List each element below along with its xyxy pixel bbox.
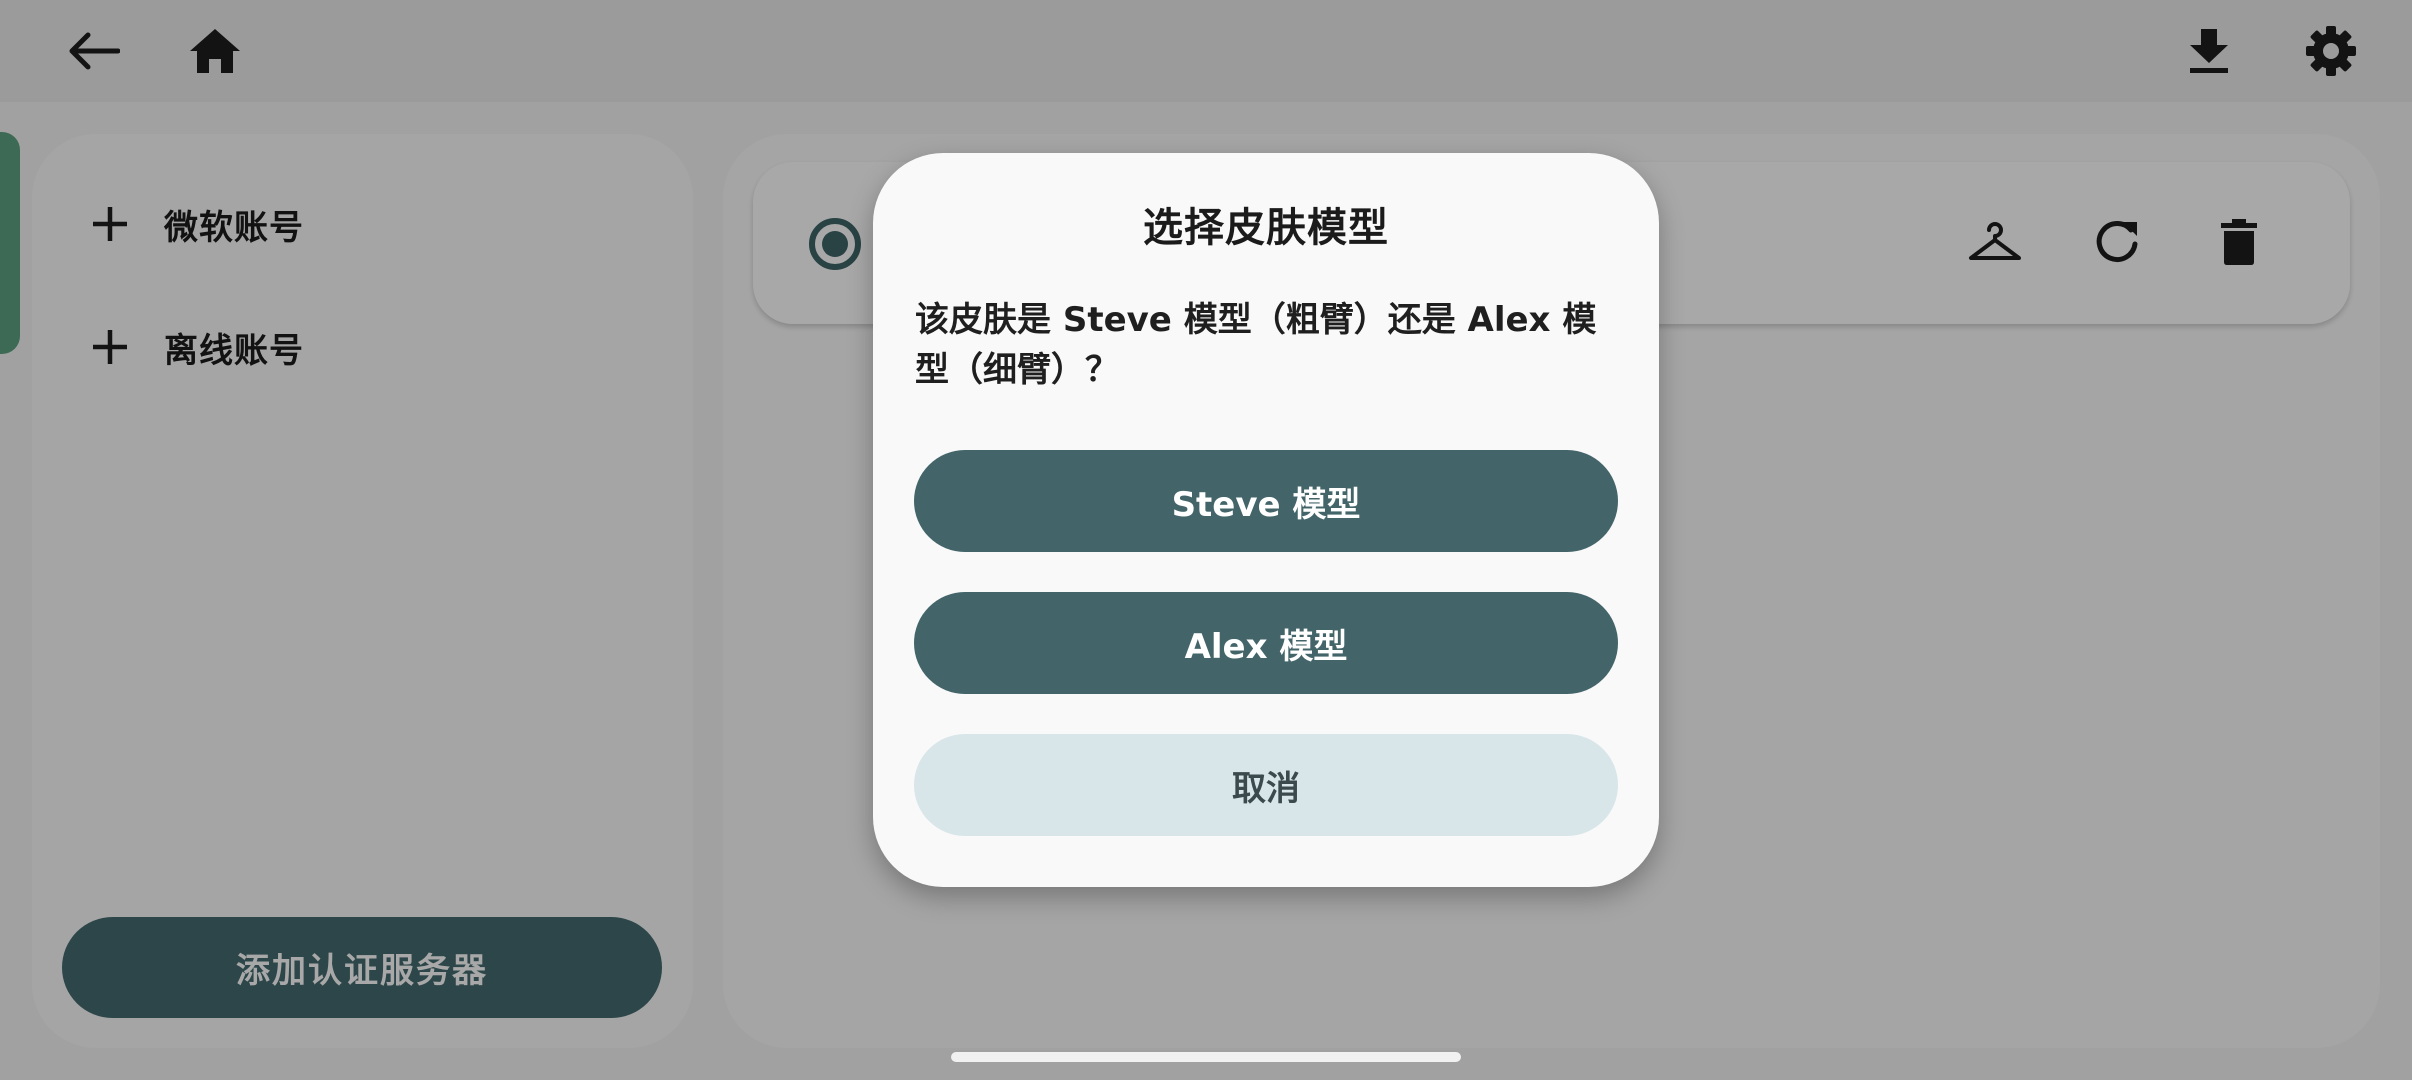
- alex-model-button[interactable]: Alex 模型: [914, 592, 1618, 694]
- dialog-message: 该皮肤是 Steve 模型（粗臂）还是 Alex 模型（细臂）？: [915, 300, 1597, 390]
- gesture-nav-handle[interactable]: [951, 1052, 1461, 1062]
- drawer-handle[interactable]: [0, 132, 20, 354]
- steve-model-button[interactable]: Steve 模型: [914, 450, 1618, 552]
- dialog-title: 选择皮肤模型: [1143, 205, 1389, 251]
- skin-model-dialog: 选择皮肤模型 该皮肤是 Steve 模型（粗臂）还是 Alex 模型（细臂）？ …: [873, 153, 1659, 887]
- cancel-button[interactable]: 取消: [914, 734, 1618, 836]
